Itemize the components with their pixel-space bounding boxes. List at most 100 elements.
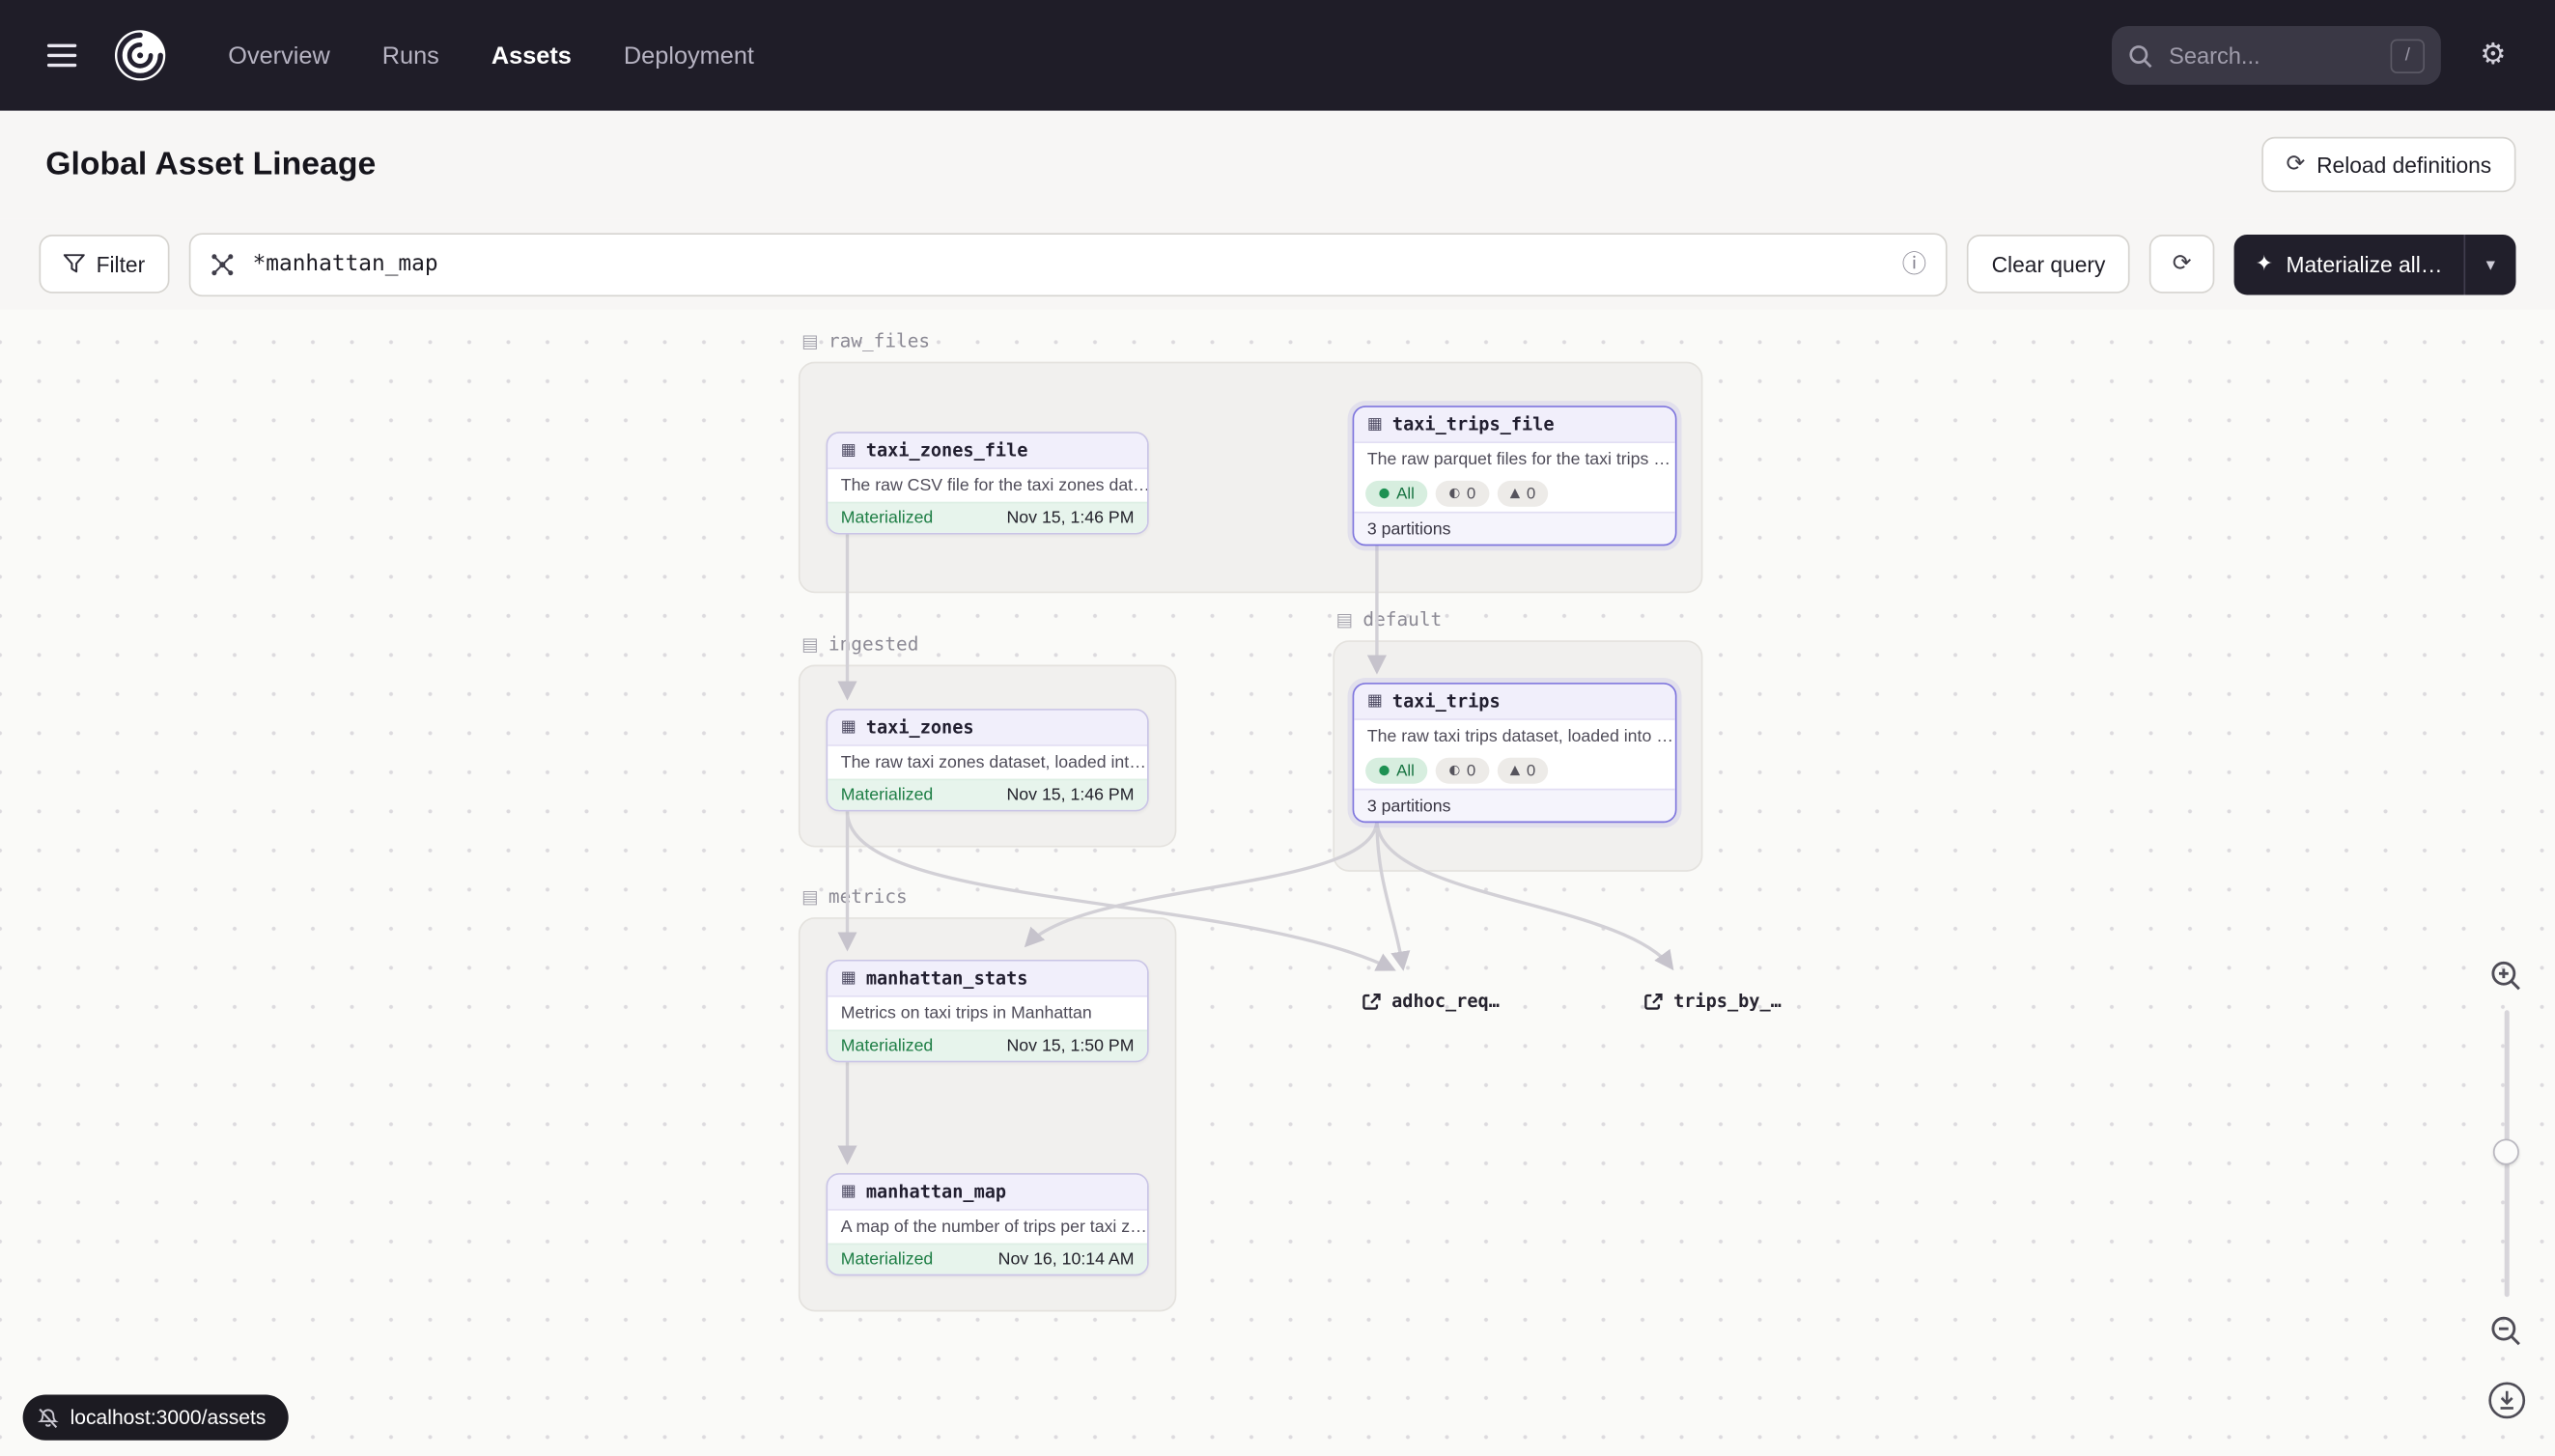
- download-graph-button[interactable]: [2485, 1379, 2527, 1421]
- reload-icon: ⟳: [2286, 154, 2305, 177]
- asset-name: manhattan_map: [866, 1181, 1006, 1202]
- partitions-all-badge[interactable]: ●All: [1365, 481, 1427, 507]
- menu-button[interactable]: [29, 23, 95, 89]
- materialize-split-button: ✦ Materialize all… ▾: [2234, 234, 2516, 294]
- group-icon: ▤: [801, 887, 819, 906]
- asset-selection-input[interactable]: [249, 249, 1887, 278]
- dagster-logo-icon[interactable]: [111, 26, 170, 85]
- lineage-toolbar: Filter ⓘ Clear query ⟳ ✦ Materialize all…: [0, 218, 2555, 310]
- asset-node-header: ▦ manhattan_stats: [828, 962, 1147, 997]
- asset-description: A map of the number of trips per taxi z…: [828, 1211, 1147, 1244]
- asset-node-taxi-zones-file[interactable]: ▦ taxi_zones_file The raw CSV file for t…: [827, 432, 1149, 534]
- materialized-date: Nov 15, 1:50 PM: [1007, 1036, 1135, 1055]
- asset-node-header: ▦ taxi_zones_file: [828, 434, 1147, 469]
- half-circle-icon: ◐: [1448, 488, 1460, 501]
- asset-description: The raw parquet files for the taxi trips…: [1354, 443, 1674, 476]
- group-icon: ▤: [1336, 610, 1354, 629]
- partitions-missing-badge[interactable]: ▲0: [1497, 758, 1549, 784]
- group-icon: ▤: [801, 331, 819, 350]
- partition-badges: ●All ◐0 ▲0: [1354, 753, 1674, 789]
- asset-name: taxi_trips_file: [1392, 414, 1555, 435]
- asset-node-header: ▦ taxi_trips: [1354, 685, 1674, 720]
- asset-selection-field: ⓘ: [189, 232, 1948, 295]
- selection-syntax-icon: [211, 252, 235, 276]
- table-icon: ▦: [841, 442, 856, 459]
- asset-node-header: ▦ manhattan_map: [828, 1175, 1147, 1211]
- zoom-slider-thumb[interactable]: [2493, 1139, 2519, 1165]
- table-icon: ▦: [1367, 693, 1383, 710]
- triangle-icon: ▲: [1510, 764, 1520, 777]
- materialized-status: Materialized: [841, 509, 934, 528]
- asset-node-manhattan-map[interactable]: ▦ manhattan_map A map of the number of t…: [827, 1173, 1149, 1275]
- top-nav: Overview Runs Assets Deployment / ⚙: [0, 0, 2555, 111]
- materialize-all-button[interactable]: ✦ Materialize all…: [2234, 234, 2464, 294]
- zoom-in-button[interactable]: [2485, 955, 2527, 997]
- asset-node-manhattan-stats[interactable]: ▦ manhattan_stats Metrics on taxi trips …: [827, 960, 1149, 1062]
- asset-node-header: ▦ taxi_trips_file: [1354, 407, 1674, 443]
- table-icon: ▦: [841, 1184, 856, 1200]
- partition-badges: ●All ◐0 ▲0: [1354, 476, 1674, 512]
- asset-description: Metrics on taxi trips in Manhattan: [828, 997, 1147, 1030]
- filter-button[interactable]: Filter: [40, 235, 170, 294]
- partition-count: 3 partitions: [1354, 789, 1674, 822]
- half-circle-icon: ◐: [1448, 764, 1460, 777]
- asset-node-taxi-trips[interactable]: ▦ taxi_trips The raw taxi trips dataset,…: [1353, 683, 1677, 823]
- page-title: Global Asset Lineage: [45, 146, 376, 183]
- info-icon[interactable]: ⓘ: [1902, 252, 1926, 276]
- lineage-canvas[interactable]: ▤ raw_files ▤ ingested ▤ default ▤ metri…: [0, 310, 2555, 1456]
- browser-status-bubble: localhost:3000/assets: [23, 1395, 289, 1441]
- filter-funnel-icon: [64, 254, 85, 273]
- notifications-off-icon: [38, 1407, 59, 1428]
- asset-node-taxi-trips-file[interactable]: ▦ taxi_trips_file The raw parquet files …: [1353, 406, 1677, 546]
- asset-name: taxi_zones_file: [866, 440, 1028, 462]
- nav-item-overview[interactable]: Overview: [228, 42, 329, 70]
- refresh-icon: ⟳: [2173, 253, 2192, 276]
- asset-node-adhoc-request[interactable]: adhoc_req…: [1362, 991, 1500, 1012]
- zoom-slider[interactable]: [2493, 1010, 2519, 1297]
- search-shortcut-badge: /: [2391, 39, 2425, 72]
- group-label-raw-files[interactable]: ▤ raw_files: [801, 329, 930, 352]
- asset-node-header: ▦ taxi_zones: [828, 711, 1147, 746]
- settings-gear-icon[interactable]: ⚙: [2460, 23, 2526, 89]
- search-icon: [2128, 43, 2152, 68]
- materialized-status: Materialized: [841, 1036, 934, 1055]
- partitions-failed-badge[interactable]: ◐0: [1436, 758, 1489, 784]
- group-label-ingested[interactable]: ▤ ingested: [801, 632, 918, 656]
- asset-name: taxi_trips: [1392, 691, 1501, 713]
- partitions-failed-badge[interactable]: ◐0: [1436, 481, 1489, 507]
- asset-name: taxi_zones: [866, 717, 974, 739]
- group-label-metrics[interactable]: ▤ metrics: [801, 884, 907, 908]
- triangle-icon: ▲: [1510, 488, 1520, 501]
- global-search[interactable]: /: [2112, 26, 2441, 85]
- nav-item-deployment[interactable]: Deployment: [624, 42, 754, 70]
- table-icon: ▦: [841, 970, 856, 987]
- zoom-out-button[interactable]: [2485, 1310, 2527, 1353]
- materialized-date: Nov 16, 10:14 AM: [998, 1249, 1135, 1269]
- materialize-dropdown-button[interactable]: ▾: [2464, 234, 2516, 294]
- asset-name: manhattan_stats: [866, 967, 1028, 989]
- search-input[interactable]: [2166, 41, 2377, 70]
- partitions-all-badge[interactable]: ●All: [1365, 758, 1427, 784]
- external-link-icon: [1644, 992, 1664, 1011]
- group-icon: ▤: [801, 634, 819, 653]
- asset-description: The raw taxi trips dataset, loaded into …: [1354, 720, 1674, 753]
- sparkle-icon: ✦: [2256, 253, 2273, 274]
- asset-node-taxi-zones[interactable]: ▦ taxi_zones The raw taxi zones dataset,…: [827, 709, 1149, 811]
- status-url: localhost:3000/assets: [70, 1406, 267, 1429]
- nav-links: Overview Runs Assets Deployment: [228, 42, 754, 70]
- partition-count: 3 partitions: [1354, 512, 1674, 545]
- nav-item-assets[interactable]: Assets: [491, 42, 572, 70]
- clear-query-button[interactable]: Clear query: [1967, 235, 2129, 294]
- asset-status-row: Materialized Nov 16, 10:14 AM: [828, 1244, 1147, 1274]
- reload-definitions-button[interactable]: ⟳ Reload definitions: [2261, 137, 2515, 192]
- group-label-default[interactable]: ▤ default: [1336, 607, 1442, 630]
- dot-icon: ●: [1379, 488, 1390, 501]
- partitions-missing-badge[interactable]: ▲0: [1497, 481, 1549, 507]
- materialized-status: Materialized: [841, 1249, 934, 1269]
- external-link-icon: [1362, 992, 1382, 1011]
- nav-item-runs[interactable]: Runs: [382, 42, 439, 70]
- refresh-graph-button[interactable]: ⟳: [2149, 235, 2215, 294]
- materialized-date: Nov 15, 1:46 PM: [1007, 509, 1135, 528]
- asset-node-trips-by-week[interactable]: trips_by_…: [1644, 991, 1782, 1012]
- asset-status-row: Materialized Nov 15, 1:50 PM: [828, 1030, 1147, 1061]
